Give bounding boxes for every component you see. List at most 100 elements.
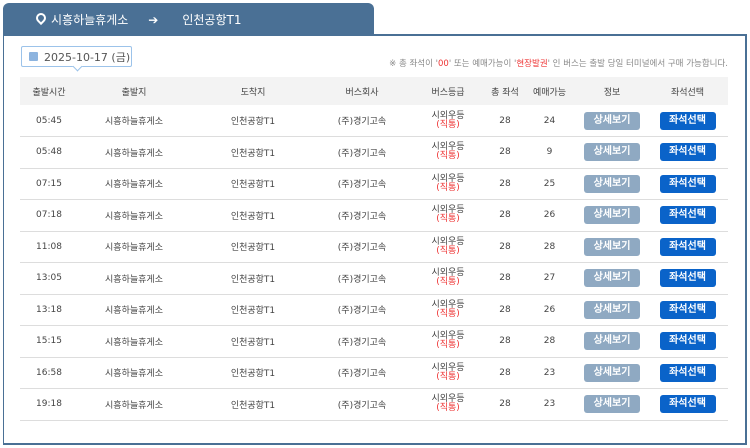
bus-company: (주)경기고속: [316, 231, 408, 263]
grade-sub: (직통): [436, 308, 460, 319]
bus-grade: 시외우등 (직통): [408, 262, 488, 295]
table-row: 15:15 시흥하늘휴게소 인천공항T1 (주)경기고속 시외우등 (직통) 28…: [20, 325, 728, 358]
route-tab: 시흥하늘휴게소 ➔ 인천공항T1: [3, 3, 374, 36]
departure-place: 시흥하늘휴게소: [78, 388, 190, 421]
column-header: 예매가능: [522, 77, 577, 105]
select-seat-button[interactable]: 좌석선택: [659, 111, 716, 130]
detail-button[interactable]: 상세보기: [584, 269, 640, 288]
available-seats: 24: [522, 105, 577, 137]
departure-place: 시흥하늘휴게소: [78, 199, 190, 232]
bus-grade: 시외우등 (직통): [408, 168, 488, 200]
select-seat-button[interactable]: 좌석선택: [659, 143, 716, 162]
arrival-place: 인천공항T1: [190, 325, 316, 358]
calendar-icon: [29, 52, 38, 61]
bus-company: (주)경기고속: [316, 325, 408, 358]
select-seat-button[interactable]: 좌석선택: [659, 237, 716, 256]
total-seats: 28: [488, 136, 522, 169]
arrival-place: 인천공항T1: [190, 136, 316, 169]
bus-grade: 시외우등 (직통): [408, 199, 488, 232]
table-row: 07:18 시흥하늘휴게소 인천공항T1 (주)경기고속 시외우등 (직통) 28…: [20, 199, 728, 232]
available-seats: 27: [522, 262, 577, 295]
available-seats: 26: [522, 199, 577, 232]
detail-button[interactable]: 상세보기: [584, 174, 640, 193]
select-seat-button[interactable]: 좌석선택: [659, 395, 716, 414]
bus-company: (주)경기고속: [316, 199, 408, 232]
table-row: 16:58 시흥하늘휴게소 인천공항T1 (주)경기고속 시외우등 (직통) 28…: [20, 357, 728, 389]
departure-time: 07:15: [20, 168, 78, 200]
arrival-place: 인천공항T1: [190, 199, 316, 232]
departure-time: 05:48: [20, 136, 78, 169]
arrow-right-icon: ➔: [148, 12, 159, 27]
detail-button[interactable]: 상세보기: [584, 332, 640, 351]
select-cell: 좌석선택: [647, 231, 728, 263]
departure-place: 시흥하늘휴게소: [78, 262, 190, 295]
bus-company: (주)경기고속: [316, 168, 408, 200]
select-seat-button[interactable]: 좌석선택: [659, 269, 716, 288]
arrival-place: 인천공항T1: [190, 105, 316, 137]
table-row: 07:15 시흥하늘휴게소 인천공항T1 (주)경기고속 시외우등 (직통) 28…: [20, 168, 728, 200]
departure-place: 시흥하늘휴게소: [78, 231, 190, 263]
departure-place: 시흥하늘휴게소: [78, 294, 190, 326]
total-seats: 28: [488, 199, 522, 232]
select-seat-button[interactable]: 좌석선택: [659, 363, 716, 382]
select-cell: 좌석선택: [647, 294, 728, 326]
select-seat-button[interactable]: 좌석선택: [659, 332, 716, 351]
detail-button[interactable]: 상세보기: [584, 363, 640, 382]
detail-button[interactable]: 상세보기: [584, 300, 640, 319]
departure-place: 시흥하늘휴게소: [78, 105, 190, 137]
date-value: 2025-10-17 (금): [44, 50, 131, 64]
bus-company: (주)경기고속: [316, 262, 408, 295]
info-cell: 상세보기: [577, 136, 647, 169]
info-cell: 상세보기: [577, 262, 647, 295]
detail-button[interactable]: 상세보기: [584, 237, 640, 256]
select-seat-button[interactable]: 좌석선택: [659, 206, 716, 225]
bus-grade: 시외우등 (직통): [408, 388, 488, 421]
departure-time: 13:18: [20, 294, 78, 326]
bus-company: (주)경기고속: [316, 105, 408, 137]
available-seats: 25: [522, 168, 577, 200]
departure-time: 07:18: [20, 199, 78, 232]
info-cell: 상세보기: [577, 294, 647, 326]
total-seats: 28: [488, 325, 522, 358]
date-picker[interactable]: 2025-10-17 (금): [21, 46, 132, 67]
departure-time: 13:05: [20, 262, 78, 295]
total-seats: 28: [488, 357, 522, 389]
arrival-place: 인천공항T1: [190, 231, 316, 263]
available-seats: 26: [522, 294, 577, 326]
detail-button[interactable]: 상세보기: [584, 395, 640, 414]
total-seats: 28: [488, 262, 522, 295]
bus-company: (주)경기고속: [316, 294, 408, 326]
table-row: 11:08 시흥하늘휴게소 인천공항T1 (주)경기고속 시외우등 (직통) 28…: [20, 231, 728, 263]
grade-sub: (직통): [436, 214, 460, 225]
grade-sub: (직통): [436, 371, 460, 382]
column-header: 버스등급: [408, 77, 488, 105]
bus-company: (주)경기고속: [316, 357, 408, 389]
schedule-table: 출발시간 출발지 도착지 버스회사 버스등급 총 좌석 예매가능 정보 좌석선택 05:45 시…: [20, 77, 728, 421]
bus-grade: 시외우등 (직통): [408, 231, 488, 263]
info-cell: 상세보기: [577, 231, 647, 263]
select-seat-button[interactable]: 좌석선택: [659, 300, 716, 319]
total-seats: 28: [488, 231, 522, 263]
departure-place: 시흥하늘휴게소: [78, 136, 190, 169]
total-seats: 28: [488, 105, 522, 137]
available-seats: 23: [522, 357, 577, 389]
detail-button[interactable]: 상세보기: [584, 206, 640, 225]
select-cell: 좌석선택: [647, 262, 728, 295]
detail-button[interactable]: 상세보기: [584, 143, 640, 162]
available-seats: 28: [522, 325, 577, 358]
grade-sub: (직통): [436, 151, 460, 162]
select-seat-button[interactable]: 좌석선택: [659, 174, 716, 193]
total-seats: 28: [488, 168, 522, 200]
detail-button[interactable]: 상세보기: [584, 111, 640, 130]
select-cell: 좌석선택: [647, 136, 728, 169]
available-seats: 9: [522, 136, 577, 169]
column-header: 도착지: [190, 77, 316, 105]
select-cell: 좌석선택: [647, 105, 728, 137]
route-from: 시흥하늘휴게소: [51, 13, 129, 27]
departure-time: 16:58: [20, 357, 78, 389]
grade-sub: (직통): [436, 182, 460, 193]
select-cell: 좌석선택: [647, 388, 728, 421]
grade-sub: (직통): [436, 340, 460, 351]
bus-company: (주)경기고속: [316, 136, 408, 169]
bus-grade: 시외우등 (직통): [408, 136, 488, 169]
